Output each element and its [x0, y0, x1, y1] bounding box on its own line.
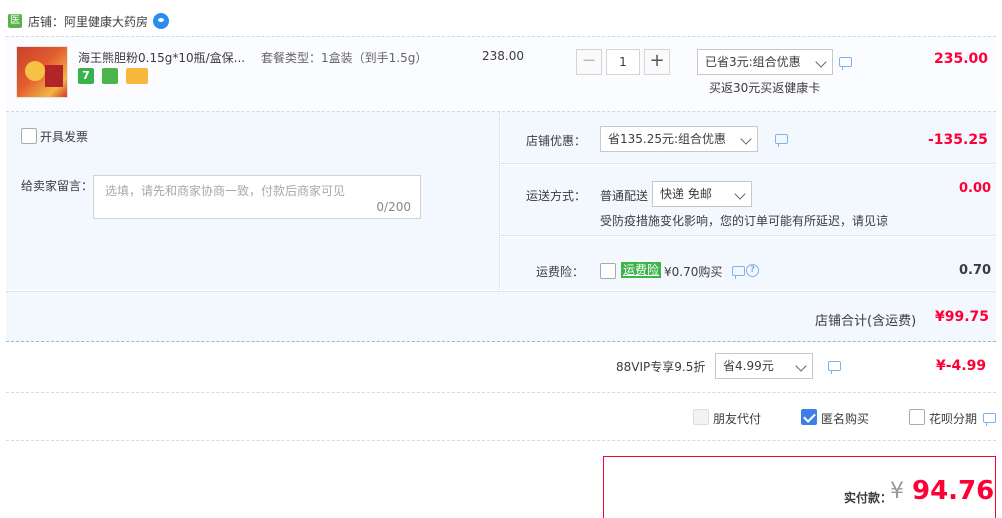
- shop-discount-row: 店铺优惠： 省135.25元:组合优惠 -135.25: [501, 112, 996, 164]
- shipping-insurance-amount: 0.70: [959, 263, 992, 278]
- shopping-bag-icon: [101, 68, 118, 84]
- message-icon[interactable]: [775, 134, 788, 147]
- vip-discount-select-value: 省4.99元: [723, 359, 774, 373]
- shipping-insurance-price: ¥0.70购买: [664, 265, 723, 279]
- quantity-plus-button[interactable]: +: [644, 49, 670, 75]
- product-title-link[interactable]: 海王熊胆粉0.15g*10瓶/盒保...: [78, 49, 245, 66]
- unit-price: 238.00: [482, 49, 524, 63]
- quantity-stepper: − 1 +: [576, 49, 672, 75]
- chevron-down-icon: [734, 188, 746, 200]
- friend-pay-checkbox[interactable]: [693, 409, 709, 425]
- invoice-checkbox[interactable]: [21, 128, 37, 144]
- order-item-row: 海王熊胆粉0.15g*10瓶/盒保... 7 套餐类型：1盒装（到手1.5g） …: [6, 36, 996, 112]
- shipping-insurance-label: 运费险：: [536, 265, 585, 279]
- chevron-down-icon: [740, 133, 752, 145]
- vip-discount-select[interactable]: 省4.99元: [715, 353, 813, 379]
- shop-total-row: 店铺合计(含运费) ¥99.75: [6, 291, 996, 342]
- seller-message-input[interactable]: 选填，请先和商家协商一致，付款后商家可见 0/200: [93, 175, 421, 219]
- service-tags: 7: [78, 68, 152, 84]
- help-icon[interactable]: ?: [746, 264, 759, 277]
- shipping-amount: 0.00: [959, 181, 992, 196]
- anonymous-purchase-label: 匿名购买: [821, 412, 870, 426]
- shipping-select[interactable]: 快递 免邮: [652, 181, 752, 207]
- card-payment-icon: [125, 68, 148, 84]
- pharmacy-badge-icon: 医: [8, 14, 22, 28]
- shipping-insurance-checkbox[interactable]: [600, 263, 616, 279]
- shop-total-amount: ¥99.75: [935, 309, 990, 325]
- payment-amount: 94.76: [912, 476, 995, 506]
- shop-total-label: 店铺合计(含运费): [815, 314, 917, 329]
- huabei-installment-checkbox[interactable]: [909, 409, 925, 425]
- purchase-options-row: 朋友代付 匿名购买 花呗分期: [6, 393, 996, 441]
- seven-day-return-icon: 7: [78, 68, 94, 84]
- payment-label: 实付款：: [844, 491, 893, 505]
- vip-label: 88VIP专享9.5折: [616, 360, 706, 374]
- shop-discount-select-value: 省135.25元:组合优惠: [608, 132, 727, 146]
- chevron-down-icon: [815, 56, 827, 68]
- shipping-insurance-tag[interactable]: 运费险: [621, 262, 662, 278]
- chevron-down-icon: [795, 360, 807, 372]
- item-promo-note: 买返30元买返健康卡: [709, 81, 821, 95]
- shop-header: 医 店铺：阿里健康大药房: [0, 10, 1002, 32]
- vip-discount-amount: ¥-4.99: [936, 358, 987, 374]
- wangwang-chat-icon[interactable]: [153, 13, 169, 29]
- shipping-select-value: 快递 免邮: [660, 187, 712, 201]
- message-icon[interactable]: [839, 57, 852, 70]
- shop-discount-label: 店铺优惠：: [526, 134, 587, 148]
- message-icon[interactable]: [983, 413, 996, 426]
- huabei-installment-label: 花呗分期: [929, 412, 978, 426]
- item-promo-select[interactable]: 已省3元:组合优惠: [697, 49, 833, 75]
- sku-spec: 套餐类型：1盒装（到手1.5g）: [261, 51, 428, 65]
- shop-discount-select[interactable]: 省135.25元:组合优惠: [600, 126, 758, 152]
- anonymous-purchase-checkbox[interactable]: [801, 409, 817, 425]
- buyer-options-panel: 开具发票 给卖家留言： 选填，请先和商家协商一致，付款后商家可见 0/200: [6, 112, 500, 290]
- quantity-minus-button[interactable]: −: [576, 49, 602, 75]
- friend-pay-label: 朋友代付: [713, 412, 762, 426]
- invoice-label: 开具发票: [40, 130, 89, 144]
- quantity-input[interactable]: 1: [606, 49, 640, 75]
- shipping-label: 运送方式：: [526, 189, 587, 203]
- payment-summary: 实付款： ¥ 94.76: [603, 456, 996, 518]
- seller-message-placeholder: 选填，请先和商家协商一致，付款后商家可见: [105, 184, 346, 198]
- payment-currency: ¥: [890, 479, 904, 504]
- seller-message-label: 给卖家留言：: [21, 179, 94, 193]
- item-subtotal: 235.00: [934, 51, 989, 67]
- shop-name-link[interactable]: 店铺：阿里健康大药房: [28, 13, 148, 30]
- product-thumbnail[interactable]: [16, 46, 68, 98]
- seller-message-counter: 0/200: [376, 200, 411, 214]
- shipping-row: 运送方式： 普通配送 快递 免邮 受防疫措施变化影响，您的订单可能有所延迟，请见…: [501, 165, 996, 236]
- vip-discount-row: 88VIP专享9.5折 省4.99元 ¥-4.99: [6, 343, 996, 393]
- shipping-method: 普通配送: [600, 189, 649, 203]
- message-icon[interactable]: [828, 361, 841, 374]
- shipping-notice: 受防疫措施变化影响，您的订单可能有所延迟，请见谅: [600, 214, 889, 228]
- shop-discount-amount: -135.25: [928, 132, 988, 148]
- shipping-insurance-row: 运费险： 运费险 ¥0.70购买 ? 0.70: [501, 237, 996, 290]
- order-details: 开具发票 给卖家留言： 选填，请先和商家协商一致，付款后商家可见 0/200 店…: [6, 112, 996, 342]
- item-promo-select-value: 已省3元:组合优惠: [705, 55, 801, 69]
- message-icon[interactable]: [732, 266, 745, 279]
